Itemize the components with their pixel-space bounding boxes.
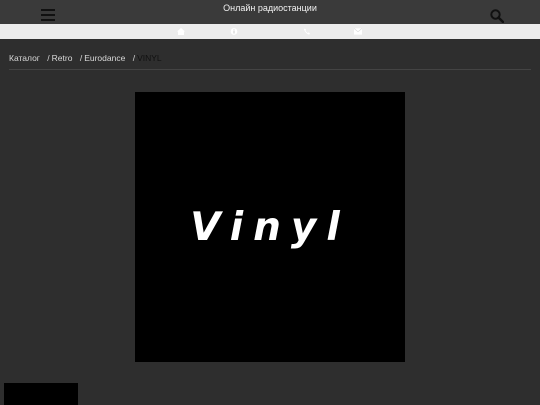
nav-icon-bar <box>0 24 540 39</box>
mail-icon[interactable] <box>354 28 362 35</box>
station-logo-text: Vinyl <box>190 204 350 250</box>
station-cover-image: Vinyl <box>135 92 405 362</box>
breadcrumb: Каталог / Retro / Eurodance / VINYL <box>9 53 162 63</box>
breadcrumb-current: VINYL <box>137 53 162 63</box>
info-icon[interactable] <box>230 28 238 35</box>
breadcrumb-eurodance-link[interactable]: Eurodance <box>84 53 125 63</box>
home-icon[interactable] <box>177 28 185 35</box>
breadcrumb-catalog-link[interactable]: Каталог <box>9 53 40 63</box>
breadcrumb-separator: / <box>47 53 50 63</box>
page-title: Онлайн радиостанции <box>223 3 317 13</box>
breadcrumb-separator: / <box>79 53 83 63</box>
phone-icon[interactable] <box>303 28 311 35</box>
search-icon[interactable] <box>490 9 504 23</box>
breadcrumb-separator: / <box>132 53 136 63</box>
breadcrumb-retro-link[interactable]: Retro <box>52 53 73 63</box>
top-bar: Онлайн радиостанции <box>0 0 540 25</box>
divider <box>9 69 531 70</box>
player-widget[interactable] <box>4 383 78 405</box>
